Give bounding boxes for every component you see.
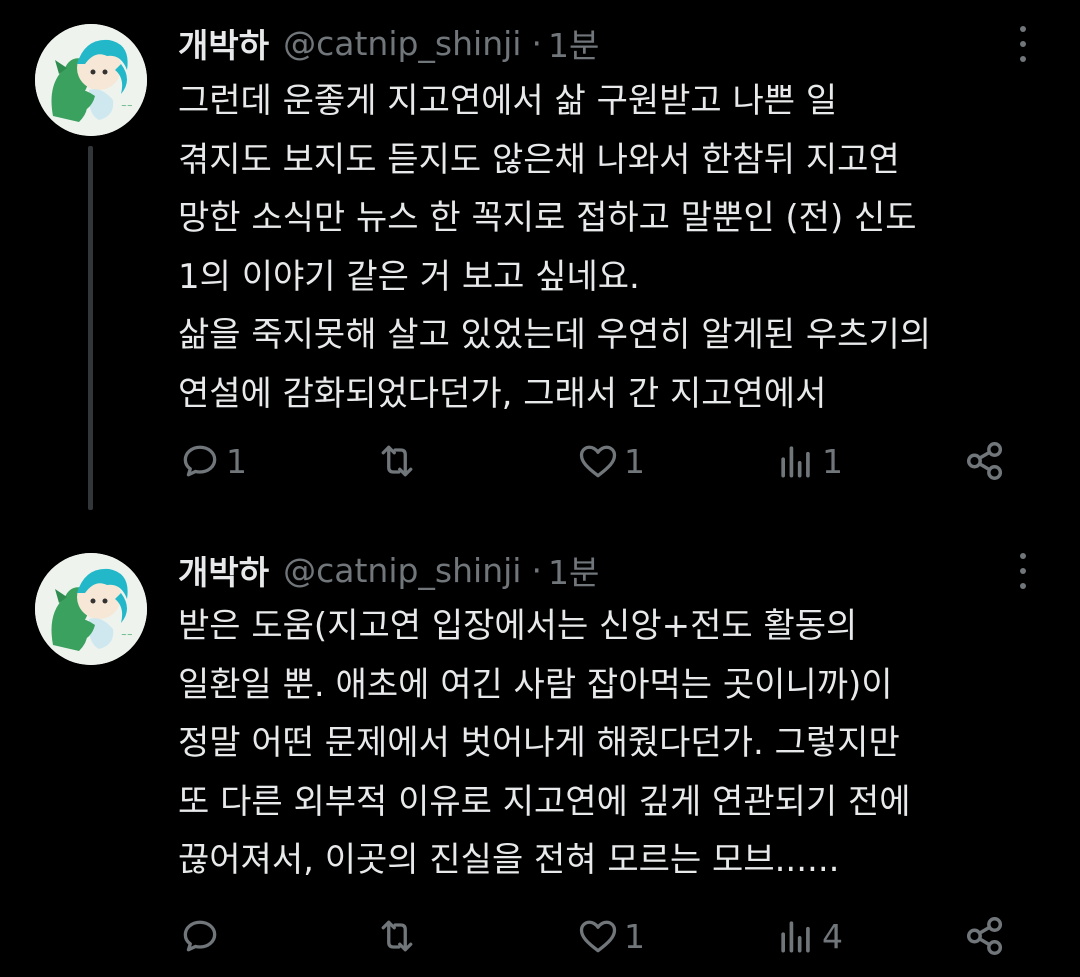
display-name[interactable]: 개박하 (178, 19, 269, 67)
heart-icon (579, 445, 617, 478)
tweet-text-line: 그런데 운좋게 지고연에서 삶 구원받고 나쁜 일 (178, 81, 838, 121)
tweet-header: 개박하 @catnip_shinji · 1분 (178, 545, 599, 595)
user-handle[interactable]: @catnip_shinji (283, 24, 521, 63)
action-bar: 1 4 (178, 911, 1038, 961)
retweet-icon (381, 920, 413, 952)
reply-count: 1 (226, 441, 247, 481)
thread-line (88, 146, 93, 510)
like-count: 1 (624, 916, 645, 956)
separator-dot: · (531, 550, 542, 590)
share-icon (966, 442, 1003, 480)
view-count: 4 (822, 916, 843, 956)
heart-icon (579, 920, 617, 953)
like-button[interactable]: 1 (576, 911, 645, 961)
retweet-icon (381, 445, 413, 477)
views-button[interactable]: 1 (774, 436, 843, 486)
reply-icon (183, 920, 217, 952)
reply-button[interactable] (178, 911, 226, 961)
reply-button[interactable]: 1 (178, 436, 247, 486)
like-button[interactable]: 1 (576, 436, 645, 486)
tweet-1[interactable]: ~~ 개박하 @catnip_shinji · 1분 그런데 운좋게 지고연에서… (0, 0, 1080, 510)
tweet-text-line: 망한 소식만 뉴스 한 꼭지로 접하고 말뿐인 (전) 신도 (178, 198, 917, 238)
views-button[interactable]: 4 (774, 911, 843, 961)
avatar-cartoon-cat-icon: ~~ (35, 24, 147, 136)
like-count: 1 (624, 441, 645, 481)
views-icon (781, 446, 810, 478)
tweet-text: 그런데 운좋게 지고연에서 삶 구원받고 나쁜 일 겪지도 보지도 듣지도 않은… (178, 72, 1058, 423)
more-vertical-icon[interactable] (1010, 551, 1036, 591)
avatar[interactable]: ~~ (35, 24, 147, 136)
share-icon (966, 917, 1003, 955)
avatar-cartoon-cat-icon: ~~ (35, 553, 147, 665)
svg-text:~~: ~~ (121, 631, 133, 639)
timestamp[interactable]: 1분 (548, 546, 599, 594)
share-button[interactable] (962, 436, 1008, 486)
view-count: 1 (822, 441, 843, 481)
tweet-header: 개박하 @catnip_shinji · 1분 (178, 18, 599, 68)
reply-icon (183, 445, 217, 477)
retweet-button[interactable] (374, 911, 424, 961)
tweet-text-line: 일환일 뿐. 애초에 여긴 사람 잡아먹는 곳이니까)이 (178, 664, 893, 705)
tweet-text-line: 삶을 죽지못해 살고 있었는데 우연히 알게된 우츠기의 (178, 315, 932, 355)
svg-text:~~: ~~ (121, 102, 133, 110)
share-button[interactable] (962, 911, 1008, 961)
display-name[interactable]: 개박하 (178, 546, 269, 594)
user-handle[interactable]: @catnip_shinji (283, 551, 521, 590)
avatar[interactable]: ~~ (35, 553, 147, 665)
timestamp[interactable]: 1분 (548, 19, 599, 67)
tweet-2[interactable]: ~~ 개박하 @catnip_shinji · 1분 받은 도움(지고연 입장에… (0, 515, 1080, 977)
separator-dot: · (531, 23, 542, 63)
tweet-text: 받은 도움(지고연 입장에서는 신앙+전도 활동의 일환일 뿐. 애초에 여긴 … (178, 597, 1058, 890)
action-bar: 1 1 1 (178, 436, 1038, 486)
tweet-text-line: 정말 어떤 문제에서 벗어나게 해줬다던가. 그렇지만 (178, 723, 900, 763)
tweet-text-line: 끊어져서, 이곳의 진실을 전혀 모르는 모브...... (178, 840, 840, 880)
tweet-text-line: 받은 도움(지고연 입장에서는 신앙+전도 활동의 (178, 606, 858, 646)
tweet-text-line: 연설에 감화되었다던가, 그래서 간 지고연에서 (178, 373, 827, 414)
tweet-text-line: 또 다른 외부적 이유로 지고연에 깊게 연관되기 전에 (178, 781, 911, 822)
more-vertical-icon[interactable] (1010, 24, 1036, 64)
tweet-text-line: 겪지도 보지도 듣지도 않은채 나와서 한참뒤 지고연 (178, 139, 900, 180)
retweet-button[interactable] (374, 436, 424, 486)
views-icon (781, 921, 810, 953)
tweet-text-line: 1의 이야기 같은 거 보고 싶네요. (178, 256, 640, 297)
